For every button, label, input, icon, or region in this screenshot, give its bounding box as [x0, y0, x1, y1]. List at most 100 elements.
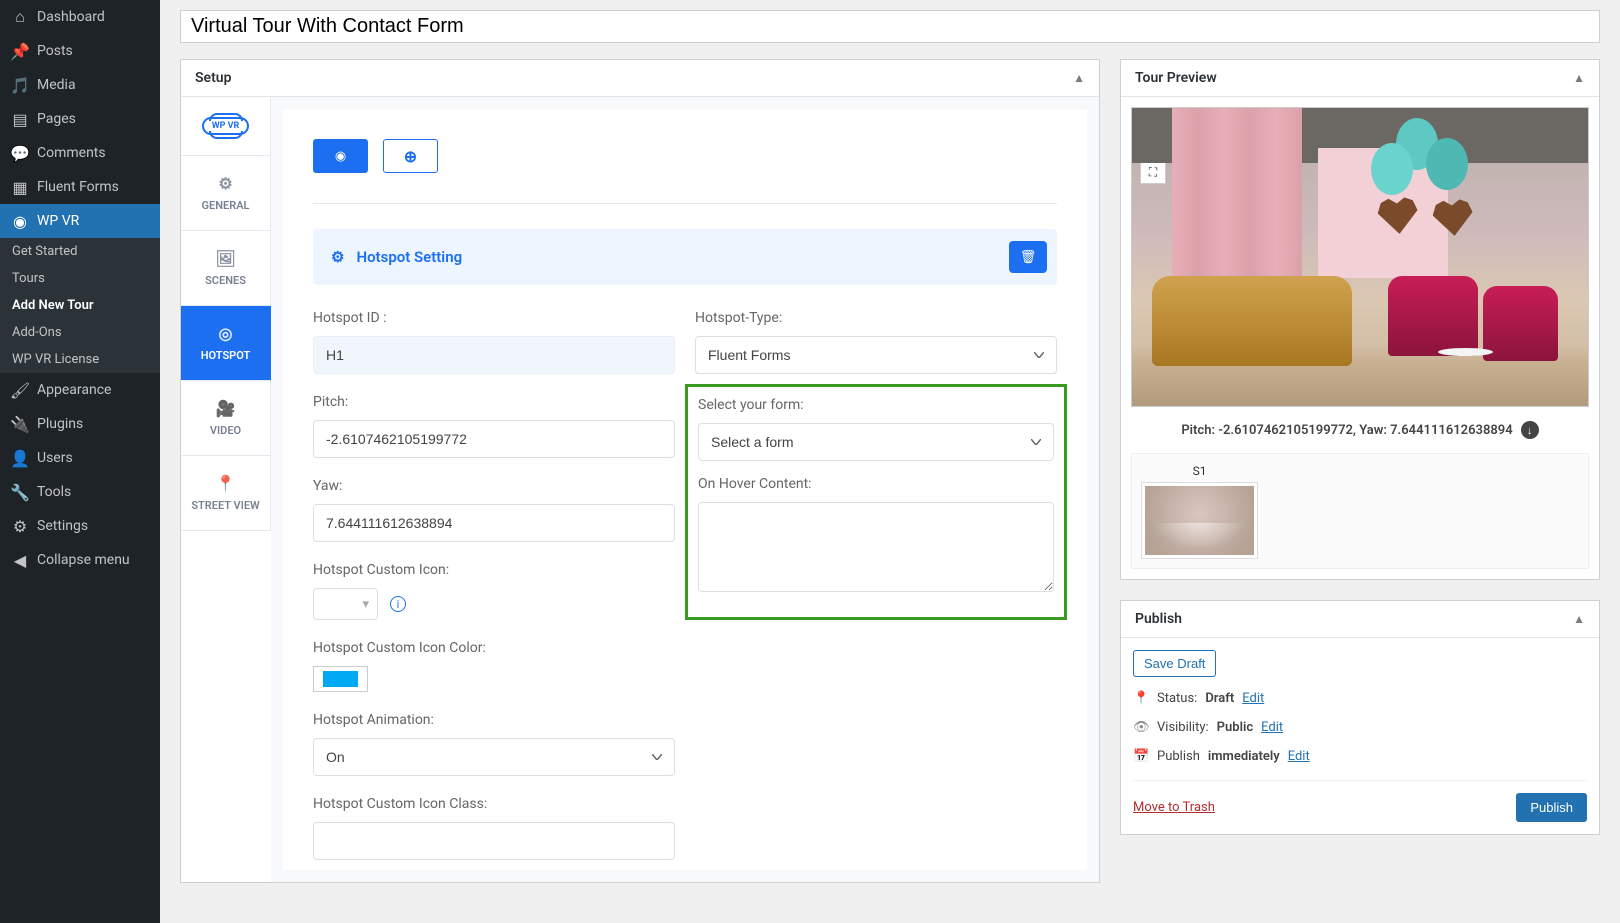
tab-logo: WP VR	[181, 97, 271, 156]
tour-preview-postbox: Tour Preview ▲ + − ⛶	[1120, 59, 1600, 580]
menu-appearance[interactable]: 🖌Appearance	[0, 373, 160, 407]
preview-toggle-icon[interactable]: ▲	[1573, 71, 1585, 85]
target-icon: ◎	[219, 324, 233, 343]
menu-plugins[interactable]: 🔌Plugins	[0, 407, 160, 441]
setup-postbox: Setup ▲ WP VR ⚙GENERAL 🖼SCENES ◎HOTSPOT …	[180, 59, 1100, 883]
dashboard-icon: ⌂	[10, 7, 30, 27]
wpvr-icon: ◉	[10, 211, 30, 231]
fullscreen-button[interactable]: ⛶	[1141, 161, 1165, 183]
publish-toggle-icon[interactable]: ▲	[1573, 612, 1585, 626]
menu-posts[interactable]: 📌Posts	[0, 34, 160, 68]
collapse-icon: ◀	[10, 550, 30, 570]
menu-dashboard[interactable]: ⌂Dashboard	[0, 0, 160, 34]
calendar-icon: 📅	[1133, 749, 1149, 764]
image-icon: 🖼	[215, 249, 235, 268]
menu-tools[interactable]: 🔧Tools	[0, 475, 160, 509]
title-input[interactable]	[180, 10, 1600, 43]
tab-hotspot[interactable]: ◎HOTSPOT	[181, 306, 271, 381]
move-to-trash-link[interactable]: Move to Trash	[1133, 800, 1215, 815]
pitch-label: Pitch:	[313, 394, 675, 410]
save-draft-button[interactable]: Save Draft	[1133, 650, 1216, 677]
apply-pitch-yaw-button[interactable]: ↓	[1521, 421, 1539, 439]
tab-street-view[interactable]: 📍STREET VIEW	[181, 456, 271, 531]
wpvr-logo-icon: WP VR	[202, 117, 250, 135]
sub-add-ons[interactable]: Add-Ons	[0, 319, 160, 346]
menu-collapse[interactable]: ◀Collapse menu	[0, 543, 160, 577]
tour-preview-heading: Tour Preview	[1135, 70, 1217, 86]
publish-button[interactable]: Publish	[1516, 793, 1587, 822]
setup-heading: Setup	[195, 70, 231, 86]
color-picker[interactable]	[313, 666, 368, 692]
eye-icon: 👁	[1133, 720, 1149, 735]
info-icon[interactable]: i	[390, 596, 406, 612]
yaw-label: Yaw:	[313, 478, 675, 494]
publish-on-label: Publish	[1157, 749, 1200, 764]
visibility-value: Public	[1217, 720, 1253, 735]
target-dot-icon: ◉	[335, 149, 346, 164]
tab-general[interactable]: ⚙GENERAL	[181, 156, 271, 231]
edit-status-link[interactable]: Edit	[1242, 691, 1264, 706]
pages-icon: ▤	[10, 109, 30, 129]
setup-toggle-icon[interactable]: ▲	[1073, 71, 1085, 85]
menu-pages[interactable]: ▤Pages	[0, 102, 160, 136]
menu-comments[interactable]: 💬Comments	[0, 136, 160, 170]
menu-wpvr[interactable]: ◉WP VR	[0, 204, 160, 238]
tab-scenes[interactable]: 🖼SCENES	[181, 231, 271, 306]
menu-users[interactable]: 👤Users	[0, 441, 160, 475]
animation-select[interactable]: On	[313, 738, 675, 776]
select-form-label: Select your form:	[698, 397, 1054, 413]
hotspot-type-select[interactable]: Fluent Forms	[695, 336, 1057, 374]
custom-icon-picker[interactable]: ▾	[313, 588, 378, 620]
edit-schedule-link[interactable]: Edit	[1288, 749, 1310, 764]
menu-media[interactable]: 🎵Media	[0, 68, 160, 102]
comments-icon: 💬	[10, 143, 30, 163]
sub-license[interactable]: WP VR License	[0, 346, 160, 373]
plus-icon: ⊕	[404, 147, 417, 166]
scene-thumb[interactable]: S1	[1142, 464, 1257, 558]
tab-video[interactable]: 🎥VIDEO	[181, 381, 271, 456]
status-value: Draft	[1205, 691, 1234, 706]
setup-tabs: WP VR ⚙GENERAL 🖼SCENES ◎HOTSPOT 🎥VIDEO 📍…	[181, 97, 271, 882]
hotspot-type-label: Hotspot-Type:	[695, 310, 1057, 326]
publish-heading: Publish	[1135, 611, 1182, 627]
custom-icon-class-input[interactable]	[313, 822, 675, 860]
hover-content-label: On Hover Content:	[698, 476, 1054, 492]
hotspot-setting-title: Hotspot Setting	[356, 248, 462, 266]
pitch-input[interactable]	[313, 420, 675, 458]
sub-tours[interactable]: Tours	[0, 265, 160, 292]
sub-get-started[interactable]: Get Started	[0, 238, 160, 265]
pin-icon: 📍	[1133, 691, 1149, 706]
hotspot-active-button[interactable]: ◉	[313, 139, 368, 173]
tools-icon: 🔧	[10, 482, 30, 502]
yaw-input[interactable]	[313, 504, 675, 542]
select-form-select[interactable]: Select a form	[698, 423, 1054, 461]
hotspot-id-label: Hotspot ID :	[313, 310, 675, 326]
gear-icon: ⚙	[331, 248, 344, 266]
delete-hotspot-button[interactable]: 🗑	[1009, 241, 1047, 273]
publish-postbox: Publish ▲ Save Draft 📍 Status: Draft Edi…	[1120, 600, 1600, 835]
menu-fluent-forms[interactable]: ▦Fluent Forms	[0, 170, 160, 204]
users-icon: 👤	[10, 448, 30, 468]
publish-on-value: immediately	[1208, 749, 1280, 764]
fluent-forms-icon: ▦	[10, 177, 30, 197]
color-swatch-icon	[323, 671, 358, 687]
status-label: Status:	[1157, 691, 1197, 706]
scene-thumb-label: S1	[1142, 464, 1257, 478]
hover-content-input[interactable]	[698, 502, 1054, 592]
add-hotspot-button[interactable]: ⊕	[383, 139, 438, 173]
tour-preview-viewport[interactable]: + − ⛶	[1131, 107, 1589, 407]
settings-icon: ⚙	[10, 516, 30, 536]
appearance-icon: 🖌	[10, 380, 30, 400]
wpvr-submenu: Get Started Tours Add New Tour Add-Ons W…	[0, 238, 160, 373]
preview-caption-text: Pitch: -2.6107462105199772, Yaw: 7.64411…	[1181, 423, 1512, 438]
visibility-label: Visibility:	[1157, 720, 1209, 735]
pin-icon: 📍	[216, 474, 236, 493]
edit-visibility-link[interactable]: Edit	[1261, 720, 1283, 735]
hotspot-id-input[interactable]	[313, 336, 675, 374]
scene-thumb-image	[1142, 483, 1257, 558]
sub-add-new-tour[interactable]: Add New Tour	[0, 292, 160, 319]
admin-sidebar: ⌂Dashboard 📌Posts 🎵Media ▤Pages 💬Comment…	[0, 0, 160, 923]
plugins-icon: 🔌	[10, 414, 30, 434]
menu-settings[interactable]: ⚙Settings	[0, 509, 160, 543]
trash-icon: 🗑	[1020, 250, 1037, 265]
